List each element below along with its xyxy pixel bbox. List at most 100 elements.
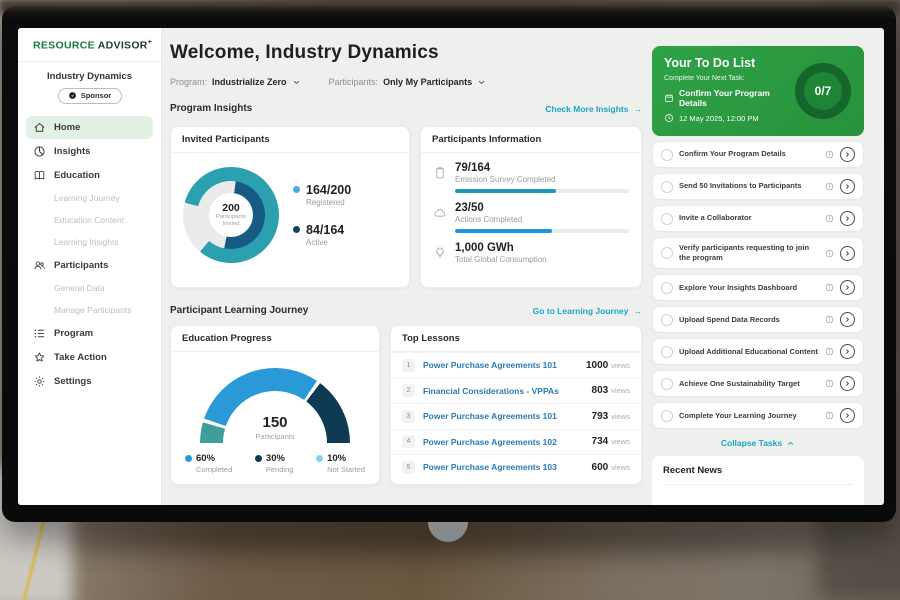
sidebar-item-insights[interactable]: Insights — [26, 140, 153, 163]
legend-pending: 30% Pending — [255, 453, 294, 474]
legend-active: 84/164Active — [293, 223, 351, 247]
task-open-button[interactable] — [840, 344, 855, 359]
info-icon[interactable] — [825, 347, 834, 356]
task-checkbox[interactable] — [661, 181, 673, 193]
sidebar-item-settings[interactable]: Settings — [26, 370, 153, 393]
task-checkbox[interactable] — [661, 247, 673, 259]
chevron-right-icon — [843, 379, 852, 388]
legend-dot-active — [293, 226, 300, 233]
go-to-learning-journey-link[interactable]: Go to Learning Journey → — [533, 306, 642, 316]
task-open-button[interactable] — [840, 179, 855, 194]
task-checkbox[interactable] — [661, 282, 673, 294]
lesson-row: 4 Power Purchase Agreements 102 734views — [391, 429, 641, 455]
todo-panel: Your To Do List Complete Your Next Task:… — [652, 46, 864, 505]
recent-news-card: Recent News — [652, 456, 864, 505]
lesson-link[interactable]: Power Purchase Agreements 103 — [423, 462, 584, 472]
info-icon[interactable] — [825, 182, 834, 191]
task-open-button[interactable] — [840, 376, 855, 391]
task-label: Confirm Your Program Details — [679, 149, 819, 159]
views-suffix: views — [611, 437, 630, 446]
sponsor-badge-label: Sponsor — [81, 91, 111, 100]
donut-legend: 164/200Registered 84/164Active — [293, 183, 351, 247]
task-checkbox[interactable] — [661, 346, 673, 358]
task-open-button[interactable] — [840, 211, 855, 226]
logo-resource: RESOURCE — [33, 40, 95, 52]
stat-label: Total Global Consumption — [455, 255, 629, 264]
sidebar-item-manage-participants[interactable]: Manage Participants — [26, 300, 153, 321]
views-suffix: views — [611, 386, 630, 395]
task-open-button[interactable] — [840, 312, 855, 327]
task-open-button[interactable] — [840, 147, 855, 162]
chevron-right-icon — [843, 150, 852, 159]
task-open-button[interactable] — [840, 246, 855, 261]
program-filter[interactable]: Program: Industrialize Zero — [170, 77, 301, 87]
sidebar-item-education-content[interactable]: Education Content — [26, 210, 153, 231]
lesson-row: 3 Power Purchase Agreements 101 793views — [391, 403, 641, 429]
sidebar-item-home[interactable]: Home — [26, 116, 153, 139]
task-checkbox[interactable] — [661, 410, 673, 422]
consumption-icon — [433, 246, 447, 260]
sidebar-item-learning-journey[interactable]: Learning Journey — [26, 188, 153, 209]
info-icon[interactable] — [825, 379, 834, 388]
chevron-right-icon — [843, 182, 852, 191]
home-icon — [33, 121, 46, 134]
education-progress-title: Education Progress — [171, 326, 379, 352]
legend-pct: 30% — [266, 453, 285, 464]
task-open-button[interactable] — [840, 408, 855, 423]
gauge-legend: 60% Completed 30% Pending 10% Not Starte… — [185, 453, 365, 474]
chevron-right-icon — [843, 411, 852, 420]
recent-news-divider — [663, 484, 853, 485]
settings-icon — [33, 375, 46, 388]
invited-donut-chart: 200 Participants Invited — [183, 167, 279, 263]
survey-icon — [433, 166, 447, 180]
lesson-link[interactable]: Power Purchase Agreements 102 — [423, 437, 584, 447]
progress-track — [455, 229, 629, 233]
check-more-insights-link[interactable]: Check More Insights → — [545, 104, 642, 114]
info-icon[interactable] — [825, 150, 834, 159]
lesson-link[interactable]: Power Purchase Agreements 101 — [423, 411, 584, 421]
lesson-link[interactable]: Power Purchase Agreements 101 — [423, 360, 578, 370]
collapse-tasks-link[interactable]: Collapse Tasks — [652, 438, 864, 448]
invited-participants-card: Invited Participants 200 Participants In… — [170, 126, 410, 288]
info-icon[interactable] — [825, 214, 834, 223]
info-icon[interactable] — [825, 411, 834, 420]
lesson-views: 734 — [592, 436, 609, 447]
sidebar-item-general-data[interactable]: General Data — [26, 278, 153, 299]
sidebar-item-label: Program — [54, 328, 93, 339]
lesson-link[interactable]: Financial Considerations - VPPAs — [423, 386, 584, 396]
participants-icon — [33, 259, 46, 272]
donut-center-value: 200 — [222, 202, 240, 214]
program-filter-label: Program: — [170, 77, 207, 87]
lesson-rank: 5 — [402, 461, 415, 474]
task-checkbox[interactable] — [661, 314, 673, 326]
stat-actions: 23/50 Actions Completed — [433, 202, 629, 233]
stat-consumption: 1,000 GWh Total Global Consumption — [433, 242, 629, 264]
lesson-views: 600 — [592, 462, 609, 473]
task-checkbox[interactable] — [661, 149, 673, 161]
invited-participants-body: 200 Participants Invited 164/200Register… — [171, 153, 409, 277]
monitor-bezel: RESOURCE ADVISOR+ Industry Dynamics Spon… — [2, 6, 896, 522]
stat-value: 23/50 — [455, 202, 629, 214]
task-label: Verify participants requesting to join t… — [679, 243, 819, 263]
views-suffix: views — [611, 361, 630, 370]
info-icon[interactable] — [825, 283, 834, 292]
sidebar-item-education[interactable]: Education — [26, 164, 153, 187]
chevron-right-icon — [843, 347, 852, 356]
task-open-button[interactable] — [840, 280, 855, 295]
gauge-center-value: 150 — [262, 414, 287, 431]
task-row: Verify participants requesting to join t… — [652, 237, 864, 269]
task-checkbox[interactable] — [661, 213, 673, 225]
sidebar-item-participants[interactable]: Participants — [26, 254, 153, 277]
participants-filter[interactable]: Participants: Only My Participants — [329, 77, 487, 87]
info-icon[interactable] — [825, 249, 834, 258]
sidebar-item-learning-insights[interactable]: Learning Insights — [26, 232, 153, 253]
legend-pct: 60% — [196, 453, 215, 464]
info-icon[interactable] — [825, 315, 834, 324]
sidebar-item-program[interactable]: Program — [26, 322, 153, 345]
task-checkbox[interactable] — [661, 378, 673, 390]
org-name: Industry Dynamics — [18, 71, 161, 82]
task-row: Send 50 Invitations to Participants — [652, 173, 864, 200]
sidebar-item-take-action[interactable]: Take Action — [26, 346, 153, 369]
stat-value: 1,000 GWh — [455, 242, 629, 254]
legend-label: Pending — [266, 465, 294, 474]
